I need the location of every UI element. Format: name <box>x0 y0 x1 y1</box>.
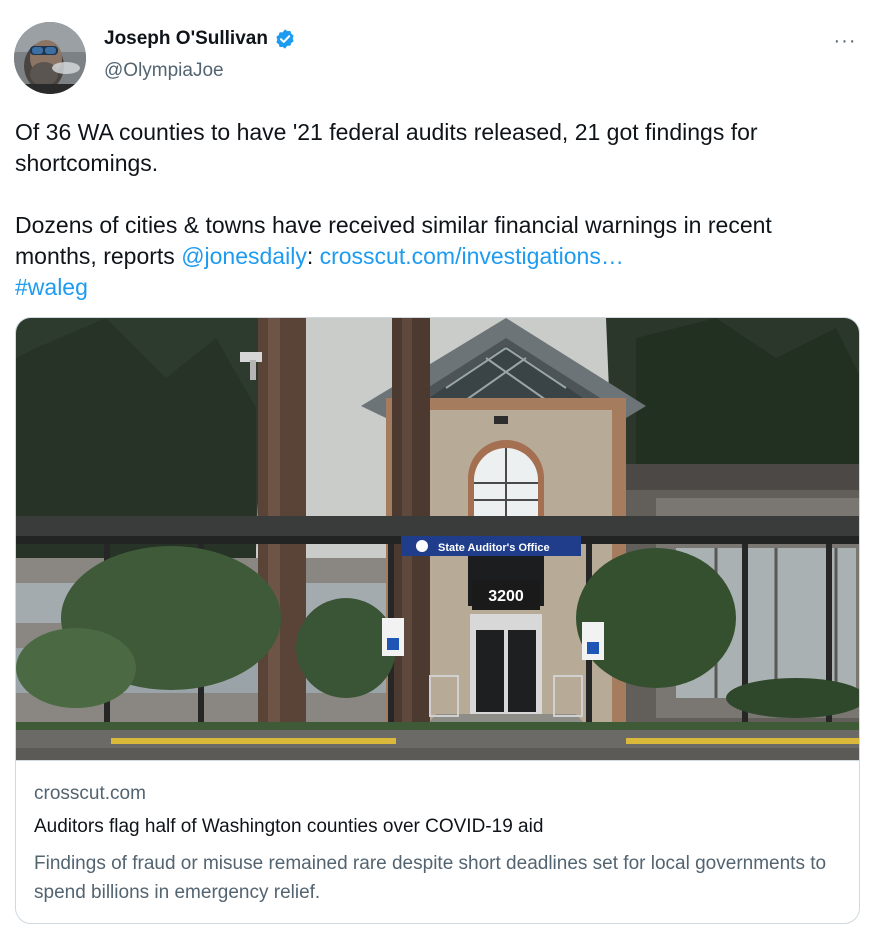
card-title[interactable]: Auditors flag half of Washington countie… <box>34 816 543 838</box>
avatar-photo <box>14 22 86 94</box>
author-name[interactable]: Joseph O'Sullivan <box>104 28 268 50</box>
colon-text: : <box>306 243 320 269</box>
card-description: Findings of fraud or misuse remained rar… <box>34 853 827 903</box>
tweet-paragraph-2: Dozens of cities & towns have received s… <box>15 210 855 303</box>
more-options-button[interactable]: ··· <box>828 24 862 58</box>
author-name-row[interactable]: Joseph O'Sullivan <box>104 28 296 50</box>
card-domain: crosscut.com <box>34 783 146 804</box>
verified-badge-icon <box>274 28 296 50</box>
author-handle[interactable]: @OlympiaJoe <box>104 60 224 82</box>
sign-text: State Auditor's Office <box>438 542 550 554</box>
tweet: Joseph O'Sullivan @OlympiaJoe ··· Of 36 … <box>0 0 876 950</box>
tweet-paragraph-1: Of 36 WA counties to have '21 federal au… <box>15 119 758 176</box>
tweet-text: Of 36 WA counties to have '21 federal au… <box>15 117 855 303</box>
article-url-link[interactable]: crosscut.com/investigations… <box>320 243 624 269</box>
hashtag-link[interactable]: #waleg <box>15 274 88 300</box>
link-card[interactable]: State Auditor's Office 3200 crosscut.com… <box>15 317 860 924</box>
avatar[interactable] <box>14 22 86 94</box>
more-horizontal-icon: ··· <box>833 29 857 52</box>
article-image[interactable]: State Auditor's Office 3200 <box>16 318 860 760</box>
card-meta[interactable]: crosscut.com Auditors flag half of Washi… <box>16 760 859 923</box>
address-number: 3200 <box>488 588 524 605</box>
mention-link[interactable]: @jonesdaily <box>181 243 307 269</box>
